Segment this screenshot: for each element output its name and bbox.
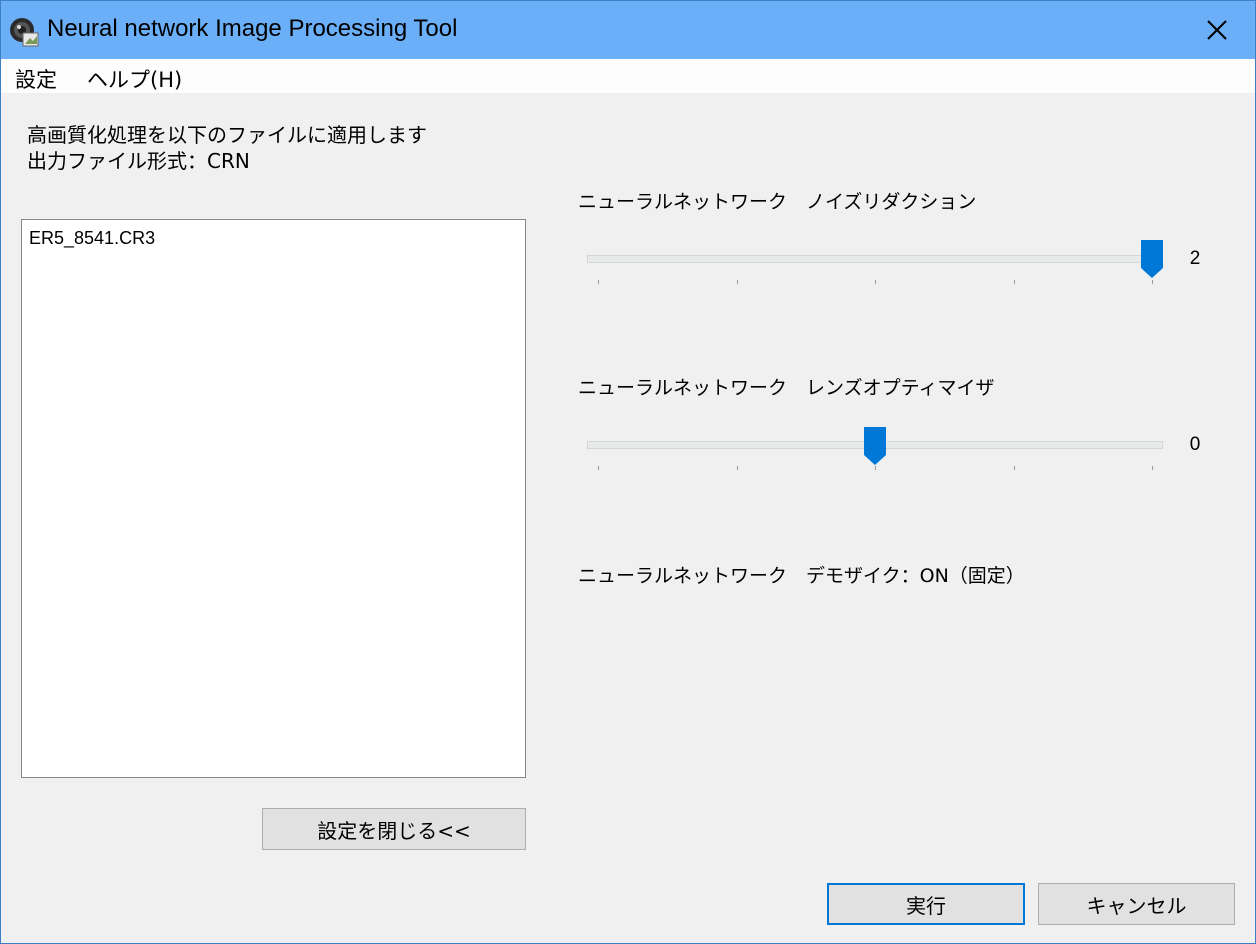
menu-settings[interactable]: 設定 <box>15 64 57 94</box>
title-bar[interactable]: Neural network Image Processing Tool <box>1 1 1255 59</box>
slider-tick <box>737 280 738 284</box>
lens-optimizer-slider-thumb[interactable] <box>864 427 886 465</box>
slider-tick <box>598 280 599 284</box>
window-title: Neural network Image Processing Tool <box>47 15 458 42</box>
menu-help[interactable]: ヘルプ(H) <box>87 64 182 94</box>
slider-tick <box>737 466 738 470</box>
demosaic-label: ニューラルネットワーク デモザイク：ON（固定） <box>578 565 1025 587</box>
slider-tick <box>875 280 876 284</box>
close-icon <box>1207 20 1227 40</box>
menu-bar: 設定 ヘルプ(H) <box>1 59 1255 93</box>
close-settings-button[interactable]: 設定を閉じる<< <box>262 808 526 850</box>
slider-tick <box>1152 466 1153 470</box>
slider-tick <box>598 466 599 470</box>
lens-optimizer-value: 0 <box>1189 434 1201 455</box>
cancel-button[interactable]: キャンセル <box>1038 883 1235 925</box>
slider-tick <box>875 466 876 470</box>
list-item[interactable]: ER5_8541.CR3 <box>29 228 155 249</box>
noise-reduction-slider-track[interactable] <box>587 255 1163 263</box>
noise-reduction-slider-thumb[interactable] <box>1141 240 1163 278</box>
description-line-1: 高画質化処理を以下のファイルに適用します <box>27 123 427 147</box>
file-list[interactable]: ER5_8541.CR3 <box>21 219 526 778</box>
noise-reduction-label: ニューラルネットワーク ノイズリダクション <box>578 191 977 213</box>
slider-tick <box>1014 280 1015 284</box>
run-button[interactable]: 実行 <box>827 883 1025 925</box>
output-format-label: 出力ファイル形式：CRN <box>27 149 250 173</box>
camera-lens-icon <box>10 18 39 47</box>
app-window: Neural network Image Processing Tool 設定 … <box>0 0 1256 944</box>
lens-optimizer-label: ニューラルネットワーク レンズオプティマイザ <box>578 377 995 399</box>
close-button[interactable] <box>1179 1 1255 59</box>
slider-tick <box>1014 466 1015 470</box>
slider-tick <box>1152 280 1153 284</box>
noise-reduction-value: 2 <box>1189 248 1201 269</box>
